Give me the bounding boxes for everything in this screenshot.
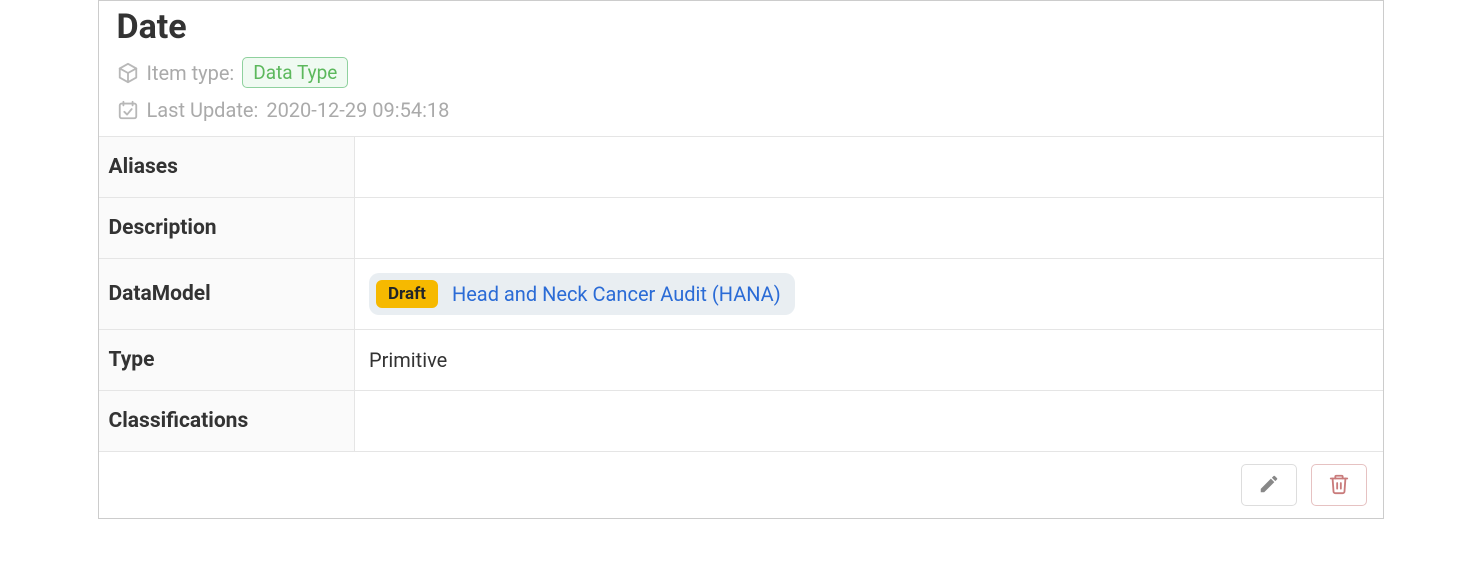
status-badge: Draft (376, 280, 438, 308)
last-update-label: Last Update: (147, 98, 259, 122)
pencil-icon (1258, 473, 1280, 498)
datamodel-label: DataModel (99, 259, 355, 330)
card-header: Date Item type: Data Type Last Upda (99, 1, 1383, 137)
type-label: Type (99, 330, 355, 391)
last-update-row: Last Update: 2020-12-29 09:54:18 (117, 98, 1365, 122)
page-title: Date (117, 7, 1365, 47)
last-update-value: 2020-12-29 09:54:18 (266, 98, 449, 122)
description-row: Description (99, 198, 1383, 259)
classifications-label: Classifications (99, 391, 355, 452)
classifications-row: Classifications (99, 391, 1383, 452)
description-value (355, 198, 1383, 259)
aliases-label: Aliases (99, 137, 355, 198)
datamodel-link[interactable]: Head and Neck Cancer Audit (HANA) (452, 282, 781, 306)
cube-icon (117, 62, 139, 84)
type-value: Primitive (355, 330, 1383, 391)
item-type-row: Item type: Data Type (117, 57, 1365, 88)
edit-button[interactable] (1241, 464, 1297, 506)
datamodel-value: Draft Head and Neck Cancer Audit (HANA) (355, 259, 1383, 330)
detail-table: Aliases Description DataModel Draft Head… (99, 137, 1383, 452)
classifications-value (355, 391, 1383, 452)
type-row: Type Primitive (99, 330, 1383, 391)
item-type-badge: Data Type (242, 57, 348, 88)
aliases-row: Aliases (99, 137, 1383, 198)
delete-button[interactable] (1311, 464, 1367, 506)
calendar-check-icon (117, 99, 139, 121)
description-label: Description (99, 198, 355, 259)
item-type-label: Item type: (147, 61, 235, 85)
card-footer (99, 452, 1383, 518)
aliases-value (355, 137, 1383, 198)
detail-card: Date Item type: Data Type Last Upda (98, 0, 1384, 519)
datamodel-row: DataModel Draft Head and Neck Cancer Aud… (99, 259, 1383, 330)
datamodel-pill[interactable]: Draft Head and Neck Cancer Audit (HANA) (369, 273, 795, 315)
trash-icon (1328, 473, 1350, 498)
